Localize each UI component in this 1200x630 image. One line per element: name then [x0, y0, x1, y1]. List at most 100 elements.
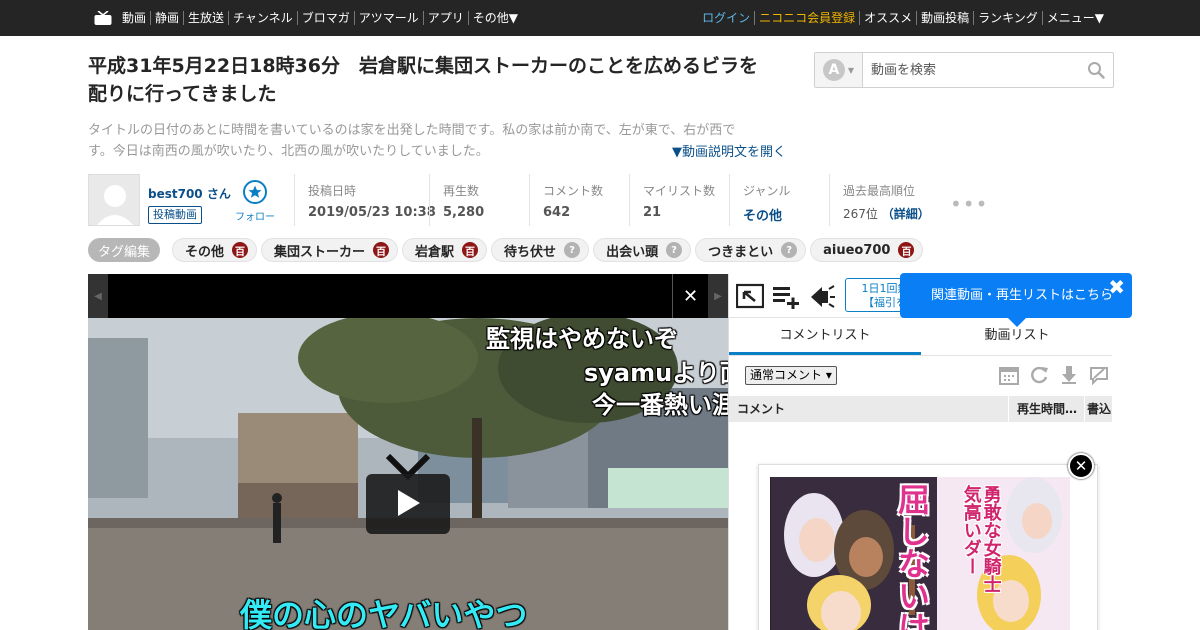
add-mylist-icon[interactable]	[772, 283, 800, 309]
tag-item[interactable]: 岩倉駅百	[402, 238, 488, 262]
dictionary-badge-icon[interactable]: 百	[898, 242, 915, 258]
stat-posted-at: 投稿日時 2019/05/23 10:38	[294, 174, 436, 226]
tooltip-text: 関連動画・再生リストはこちら	[931, 288, 1114, 303]
stat-value: 642	[543, 205, 571, 220]
column-comment[interactable]: コメント	[729, 396, 1009, 422]
tag-item[interactable]: aiueo700 百	[810, 238, 924, 262]
ad-title-sub-line: 気高いダー	[960, 485, 982, 575]
nav-app[interactable]: アプリ	[422, 11, 468, 25]
overlay-comment: 監視はやめないぞ	[486, 325, 678, 353]
search-type-selector[interactable]: A ▼	[815, 53, 863, 87]
follow-label: フォロー	[235, 212, 275, 223]
play-button-icon[interactable]	[366, 454, 450, 538]
nav-other[interactable]: その他▼	[467, 11, 522, 25]
search-box: A ▼	[814, 52, 1114, 88]
ad-banner[interactable]: 屈しないは 勇敢な女騎士 気高いダー	[758, 464, 1098, 630]
nav-channel[interactable]: チャンネル	[228, 11, 297, 25]
dictionary-badge-icon[interactable]: 百	[373, 242, 390, 258]
tag-edit-button[interactable]: タグ編集	[88, 238, 160, 262]
dictionary-badge-icon[interactable]: 百	[232, 242, 249, 258]
nav-video[interactable]: 動画	[118, 11, 150, 25]
nav-ranking[interactable]: ランキング	[973, 11, 1042, 25]
nav-blomaga[interactable]: ブロマガ	[296, 11, 354, 25]
comment-type-select[interactable]: 通常コメント ▾	[745, 366, 837, 385]
column-posted-at[interactable]: 書込日	[1085, 396, 1112, 422]
player-top-bar: ◀ ✕ ▶	[88, 274, 728, 318]
autoscroll-icon[interactable]	[1055, 364, 1083, 386]
tooltip-arrow	[1008, 318, 1026, 327]
player-close-button[interactable]: ✕	[672, 274, 708, 318]
search-input[interactable]	[863, 53, 1079, 87]
stat-comments: コメント数 642	[529, 174, 630, 226]
overlay-comment: 僕の心のヤバいやつ	[240, 596, 528, 630]
nav-left: 動画 静画 生放送 チャンネル ブロマガ アツマール アプリ その他▼	[94, 0, 522, 36]
nicoad-megaphone-icon[interactable]	[808, 283, 836, 309]
overlay-comment: 今一番熱い涯	[592, 391, 728, 419]
tag-label: aiueo700	[823, 242, 891, 258]
search-button[interactable]	[1079, 53, 1113, 87]
side-tabs: コメントリスト 動画リスト	[729, 318, 1112, 356]
default-avatar-icon	[96, 185, 134, 225]
column-play-time[interactable]: 再生時間…	[1009, 396, 1085, 422]
nav-upload[interactable]: 動画投稿	[916, 11, 973, 25]
nav-recommend[interactable]: オススメ	[859, 11, 916, 25]
tag-item[interactable]: 集団ストーカー百	[261, 238, 399, 262]
rank-detail-link[interactable]: （詳細）	[882, 207, 930, 221]
dictionary-badge-icon[interactable]: 百	[462, 242, 479, 258]
ad-title-main: 屈しないは	[893, 483, 931, 630]
calendar-icon[interactable]	[995, 364, 1023, 386]
refresh-icon[interactable]	[1025, 364, 1053, 386]
video-player[interactable]: ◀ ✕ ▶ 監視はやめないぞ syamuより面 今一番熱い涯 僕の心のヤバいやつ	[88, 274, 728, 630]
tag-item[interactable]: その他百	[172, 238, 258, 262]
tag-label: 岩倉駅	[415, 244, 455, 260]
follow-button[interactable]: フォロー	[232, 180, 278, 223]
no-dictionary-badge-icon[interactable]: ?	[781, 242, 798, 258]
stat-label: 過去最高順位	[843, 184, 916, 198]
tag-item[interactable]: 出会い頭?	[593, 238, 692, 262]
tag-label: 待ち伏せ	[504, 244, 557, 260]
uploader-name[interactable]: best700 さん	[148, 185, 231, 202]
tag-label: 集団ストーカー	[274, 244, 366, 260]
tab-comment-list[interactable]: コメントリスト	[729, 318, 921, 355]
stat-label: マイリスト数	[643, 184, 716, 198]
chevron-down-icon: ▼	[847, 65, 855, 75]
share-icon[interactable]	[736, 283, 764, 309]
nav-menu[interactable]: メニュー▼	[1041, 11, 1108, 25]
search-icon	[1088, 62, 1105, 79]
stat-genre: ジャンル その他	[729, 174, 830, 226]
nav-seiga[interactable]: 静画	[150, 11, 183, 25]
comment-list-header: コメント 再生時間… 書込日	[729, 396, 1112, 422]
overlay-comment: syamuより面	[584, 359, 728, 387]
uploader-videos-button[interactable]: 投稿動画	[148, 206, 202, 224]
tag-item[interactable]: 待ち伏せ?	[491, 238, 590, 262]
video-description: タイトルの日付のあとに時間を書いているのは家を出発した時間です。私の家は前か南で…	[88, 123, 736, 159]
follow-star-icon	[243, 180, 267, 204]
niconico-tv-logo-icon[interactable]	[94, 11, 112, 25]
no-dictionary-badge-icon[interactable]: ?	[666, 242, 683, 258]
stat-value: 21	[643, 205, 662, 220]
ad-close-button[interactable]: ✕	[1068, 453, 1094, 479]
login-link[interactable]: ログイン	[698, 11, 754, 25]
stat-label: 再生数	[443, 184, 480, 198]
prev-arrow-icon[interactable]: ◀	[88, 274, 108, 318]
nav-atsumaru[interactable]: アツマール	[353, 11, 423, 25]
search-type-badge: A	[822, 59, 845, 81]
tag-item[interactable]: つきまとい?	[695, 238, 807, 262]
video-title: 平成31年5月22日18時36分 岩倉駅に集団ストーカーのことを広めるビラを配り…	[88, 55, 758, 105]
register-link[interactable]: ニコニコ会員登録	[754, 11, 859, 25]
more-options-icon[interactable]: •••	[950, 192, 988, 216]
comment-hide-icon[interactable]	[1085, 364, 1112, 386]
tag-label: その他	[185, 244, 225, 260]
stat-value: 2019/05/23 10:38	[308, 205, 436, 220]
tooltip-close-icon[interactable]: ✖	[1108, 276, 1125, 298]
nav-right: ログイン ニコニコ会員登録 オススメ 動画投稿 ランキング メニュー▼	[698, 0, 1108, 36]
uploader-avatar[interactable]	[88, 174, 140, 226]
open-description-link[interactable]: ▼動画説明文を開く	[672, 142, 786, 163]
best-rank-value: 267位	[843, 207, 878, 221]
no-dictionary-badge-icon[interactable]: ?	[564, 242, 581, 258]
next-arrow-icon[interactable]: ▶	[708, 274, 728, 318]
stat-value: 5,280	[443, 205, 485, 220]
tag-list: その他百 集団ストーカー百 岩倉駅百 待ち伏せ? 出会い頭? つきまとい? ai…	[172, 238, 927, 262]
genre-link[interactable]: その他	[743, 205, 830, 224]
nav-live[interactable]: 生放送	[183, 11, 228, 25]
